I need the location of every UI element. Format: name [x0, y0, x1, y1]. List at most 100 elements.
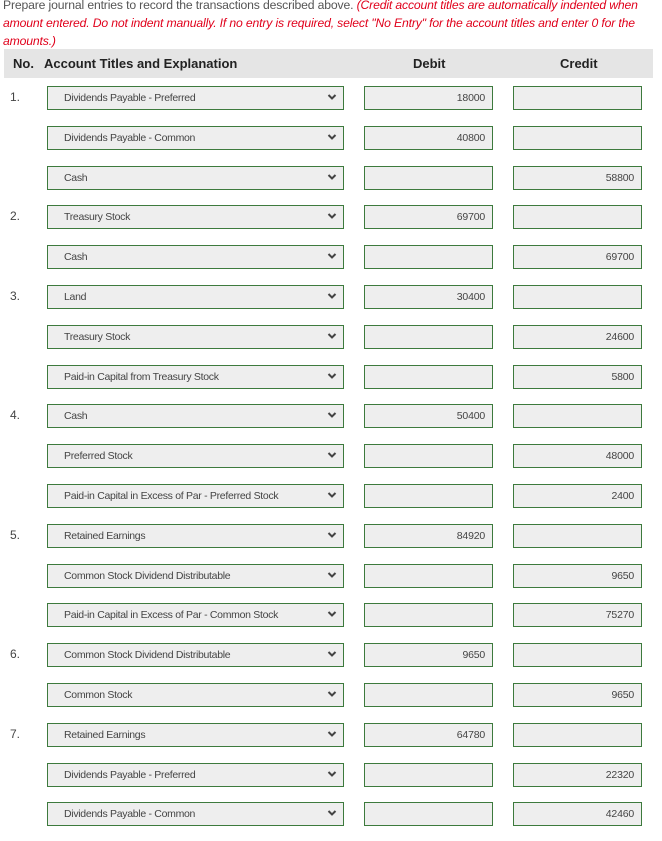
account-title-select[interactable]: Common Stock: [47, 683, 344, 707]
entry-number: 1.: [10, 90, 21, 104]
credit-value: 24600: [605, 331, 634, 343]
account-title-select[interactable]: Cash: [47, 404, 344, 428]
debit-input[interactable]: [364, 564, 493, 588]
account-title-select[interactable]: Paid-in Capital in Excess of Par - Prefe…: [47, 484, 344, 508]
journal-row: Paid-in Capital in Excess of Par - Commo…: [0, 603, 662, 629]
entry-number: 5.: [10, 528, 21, 542]
credit-input[interactable]: [513, 126, 642, 150]
account-title-select[interactable]: Treasury Stock: [47, 205, 344, 229]
chevron-down-icon: [327, 293, 337, 299]
entry-number: 2.: [10, 209, 21, 223]
account-title-value: Cash: [64, 172, 88, 184]
account-title-select[interactable]: Land: [47, 285, 344, 309]
debit-input[interactable]: [364, 603, 493, 627]
credit-input[interactable]: 58800: [513, 166, 642, 190]
chevron-down-icon: [327, 611, 337, 617]
debit-input[interactable]: 50400: [364, 404, 493, 428]
credit-input[interactable]: 69700: [513, 245, 642, 269]
debit-value: 18000: [456, 92, 485, 104]
account-title-value: Cash: [64, 251, 88, 263]
account-title-value: Dividends Payable - Preferred: [64, 92, 196, 104]
account-title-value: Retained Earnings: [64, 530, 146, 542]
debit-input[interactable]: [364, 763, 493, 787]
debit-input[interactable]: 9650: [364, 643, 493, 667]
debit-input[interactable]: [364, 444, 493, 468]
journal-row: Paid-in Capital from Treasury Stock 5800: [0, 365, 662, 391]
account-title-select[interactable]: Retained Earnings: [47, 524, 344, 548]
credit-input[interactable]: [513, 524, 642, 548]
chevron-down-icon: [327, 691, 337, 697]
credit-input[interactable]: [513, 285, 642, 309]
chevron-down-icon: [327, 412, 337, 418]
chevron-down-icon: [327, 492, 337, 498]
chevron-down-icon: [327, 94, 337, 100]
account-title-value: Paid-in Capital in Excess of Par - Commo…: [64, 609, 279, 621]
debit-input[interactable]: 18000: [364, 86, 493, 110]
chevron-down-icon: [327, 651, 337, 657]
account-title-select[interactable]: Retained Earnings: [47, 723, 344, 747]
account-title-value: Retained Earnings: [64, 729, 146, 741]
credit-input[interactable]: [513, 404, 642, 428]
debit-input[interactable]: 30400: [364, 285, 493, 309]
credit-value: 9650: [611, 570, 634, 582]
debit-input[interactable]: 69700: [364, 205, 493, 229]
debit-value: 64780: [456, 729, 485, 741]
account-title-select[interactable]: Dividends Payable - Common: [47, 802, 344, 826]
credit-input[interactable]: [513, 86, 642, 110]
account-title-select[interactable]: Common Stock Dividend Distributable: [47, 564, 344, 588]
credit-input[interactable]: 2400: [513, 484, 642, 508]
account-title-value: Dividends Payable - Preferred: [64, 769, 196, 781]
account-title-select[interactable]: Paid-in Capital from Treasury Stock: [47, 365, 344, 389]
credit-input[interactable]: 48000: [513, 444, 642, 468]
table-header: No. Account Titles and Explanation Debit…: [4, 49, 653, 78]
credit-input[interactable]: 22320: [513, 763, 642, 787]
account-title-value: Dividends Payable - Common: [64, 132, 196, 144]
credit-value: 5800: [611, 371, 634, 383]
debit-input[interactable]: [364, 802, 493, 826]
credit-input[interactable]: 5800: [513, 365, 642, 389]
account-title-select[interactable]: Dividends Payable - Common: [47, 126, 344, 150]
debit-input[interactable]: [364, 245, 493, 269]
credit-input[interactable]: [513, 643, 642, 667]
account-title-select[interactable]: Treasury Stock: [47, 325, 344, 349]
debit-value: 50400: [456, 410, 485, 422]
debit-input[interactable]: [364, 325, 493, 349]
credit-input[interactable]: 24600: [513, 325, 642, 349]
debit-input[interactable]: [364, 484, 493, 508]
chevron-down-icon: [327, 373, 337, 379]
chevron-down-icon: [327, 213, 337, 219]
credit-input[interactable]: 9650: [513, 683, 642, 707]
debit-input[interactable]: [364, 365, 493, 389]
account-title-select[interactable]: Cash: [47, 166, 344, 190]
credit-input[interactable]: 75270: [513, 603, 642, 627]
debit-input[interactable]: [364, 166, 493, 190]
debit-value: 69700: [456, 211, 485, 223]
header-no: No.: [13, 56, 34, 71]
credit-value: 69700: [605, 251, 634, 263]
account-title-select[interactable]: Paid-in Capital in Excess of Par - Commo…: [47, 603, 344, 627]
account-title-value: Treasury Stock: [64, 211, 131, 223]
account-title-select[interactable]: Cash: [47, 245, 344, 269]
credit-input[interactable]: 42460: [513, 802, 642, 826]
entry-number: 4.: [10, 408, 21, 422]
account-title-value: Common Stock Dividend Distributable: [64, 570, 231, 582]
account-title-value: Paid-in Capital in Excess of Par - Prefe…: [64, 490, 279, 502]
credit-input[interactable]: [513, 205, 642, 229]
entry-number: 7.: [10, 727, 21, 741]
credit-input[interactable]: [513, 723, 642, 747]
account-title-select[interactable]: Preferred Stock: [47, 444, 344, 468]
debit-input[interactable]: 64780: [364, 723, 493, 747]
debit-input[interactable]: [364, 683, 493, 707]
account-title-select[interactable]: Dividends Payable - Preferred: [47, 86, 344, 110]
account-title-value: Common Stock Dividend Distributable: [64, 649, 231, 661]
chevron-down-icon: [327, 731, 337, 737]
journal-row: 5. Retained Earnings 84920: [0, 524, 662, 550]
debit-input[interactable]: 84920: [364, 524, 493, 548]
account-title-select[interactable]: Common Stock Dividend Distributable: [47, 643, 344, 667]
account-title-select[interactable]: Dividends Payable - Preferred: [47, 763, 344, 787]
chevron-down-icon: [327, 134, 337, 140]
credit-input[interactable]: 9650: [513, 564, 642, 588]
credit-value: 58800: [605, 172, 634, 184]
debit-input[interactable]: 40800: [364, 126, 493, 150]
account-title-value: Paid-in Capital from Treasury Stock: [64, 371, 219, 383]
